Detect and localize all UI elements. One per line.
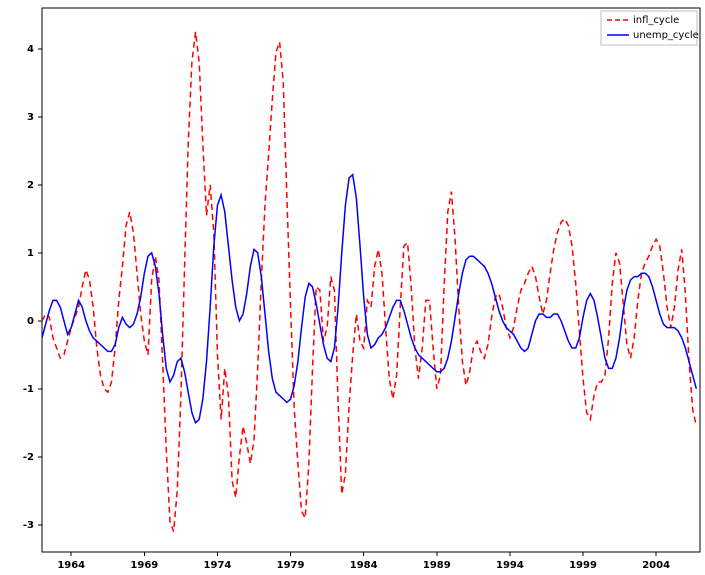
x-tick-label: 1989 xyxy=(423,560,451,571)
x-tick-label: 1969 xyxy=(130,560,158,571)
y-tick-label: 1 xyxy=(27,248,34,259)
x-tick-label: 1964 xyxy=(57,560,85,571)
plot-frame xyxy=(42,8,700,552)
y-tick-label: -1 xyxy=(23,384,34,395)
series-infl_cycle xyxy=(42,32,696,532)
y-tick-label: 0 xyxy=(27,316,34,327)
x-tick-label: 1999 xyxy=(569,560,597,571)
chart-container: 1964 1969 1974 1979 1984 1989 1994 1999 2004 -3 -2… xyxy=(0,0,705,575)
series-unemp_cycle xyxy=(42,175,696,423)
y-tick-label: 4 xyxy=(27,44,34,55)
x-tick-label: 1979 xyxy=(277,560,305,571)
x-tick-label: 1974 xyxy=(204,560,232,571)
x-tick-label: 1984 xyxy=(350,560,378,571)
legend-label-infl_cycle: infl_cycle xyxy=(633,15,679,26)
y-tick-label: -2 xyxy=(23,452,34,463)
y-tick-label: -3 xyxy=(23,520,34,531)
legend: infl_cycle unemp_cycle xyxy=(601,11,699,45)
y-tick-label: 3 xyxy=(27,112,34,123)
line-chart: 1964 1969 1974 1979 1984 1989 1994 1999 2004 -3 -2… xyxy=(0,0,705,575)
y-tick-label: 2 xyxy=(27,180,34,191)
legend-label-unemp_cycle: unemp_cycle xyxy=(633,30,699,41)
x-tick-label: 1994 xyxy=(496,560,524,571)
x-tick-label: 2004 xyxy=(642,560,670,571)
